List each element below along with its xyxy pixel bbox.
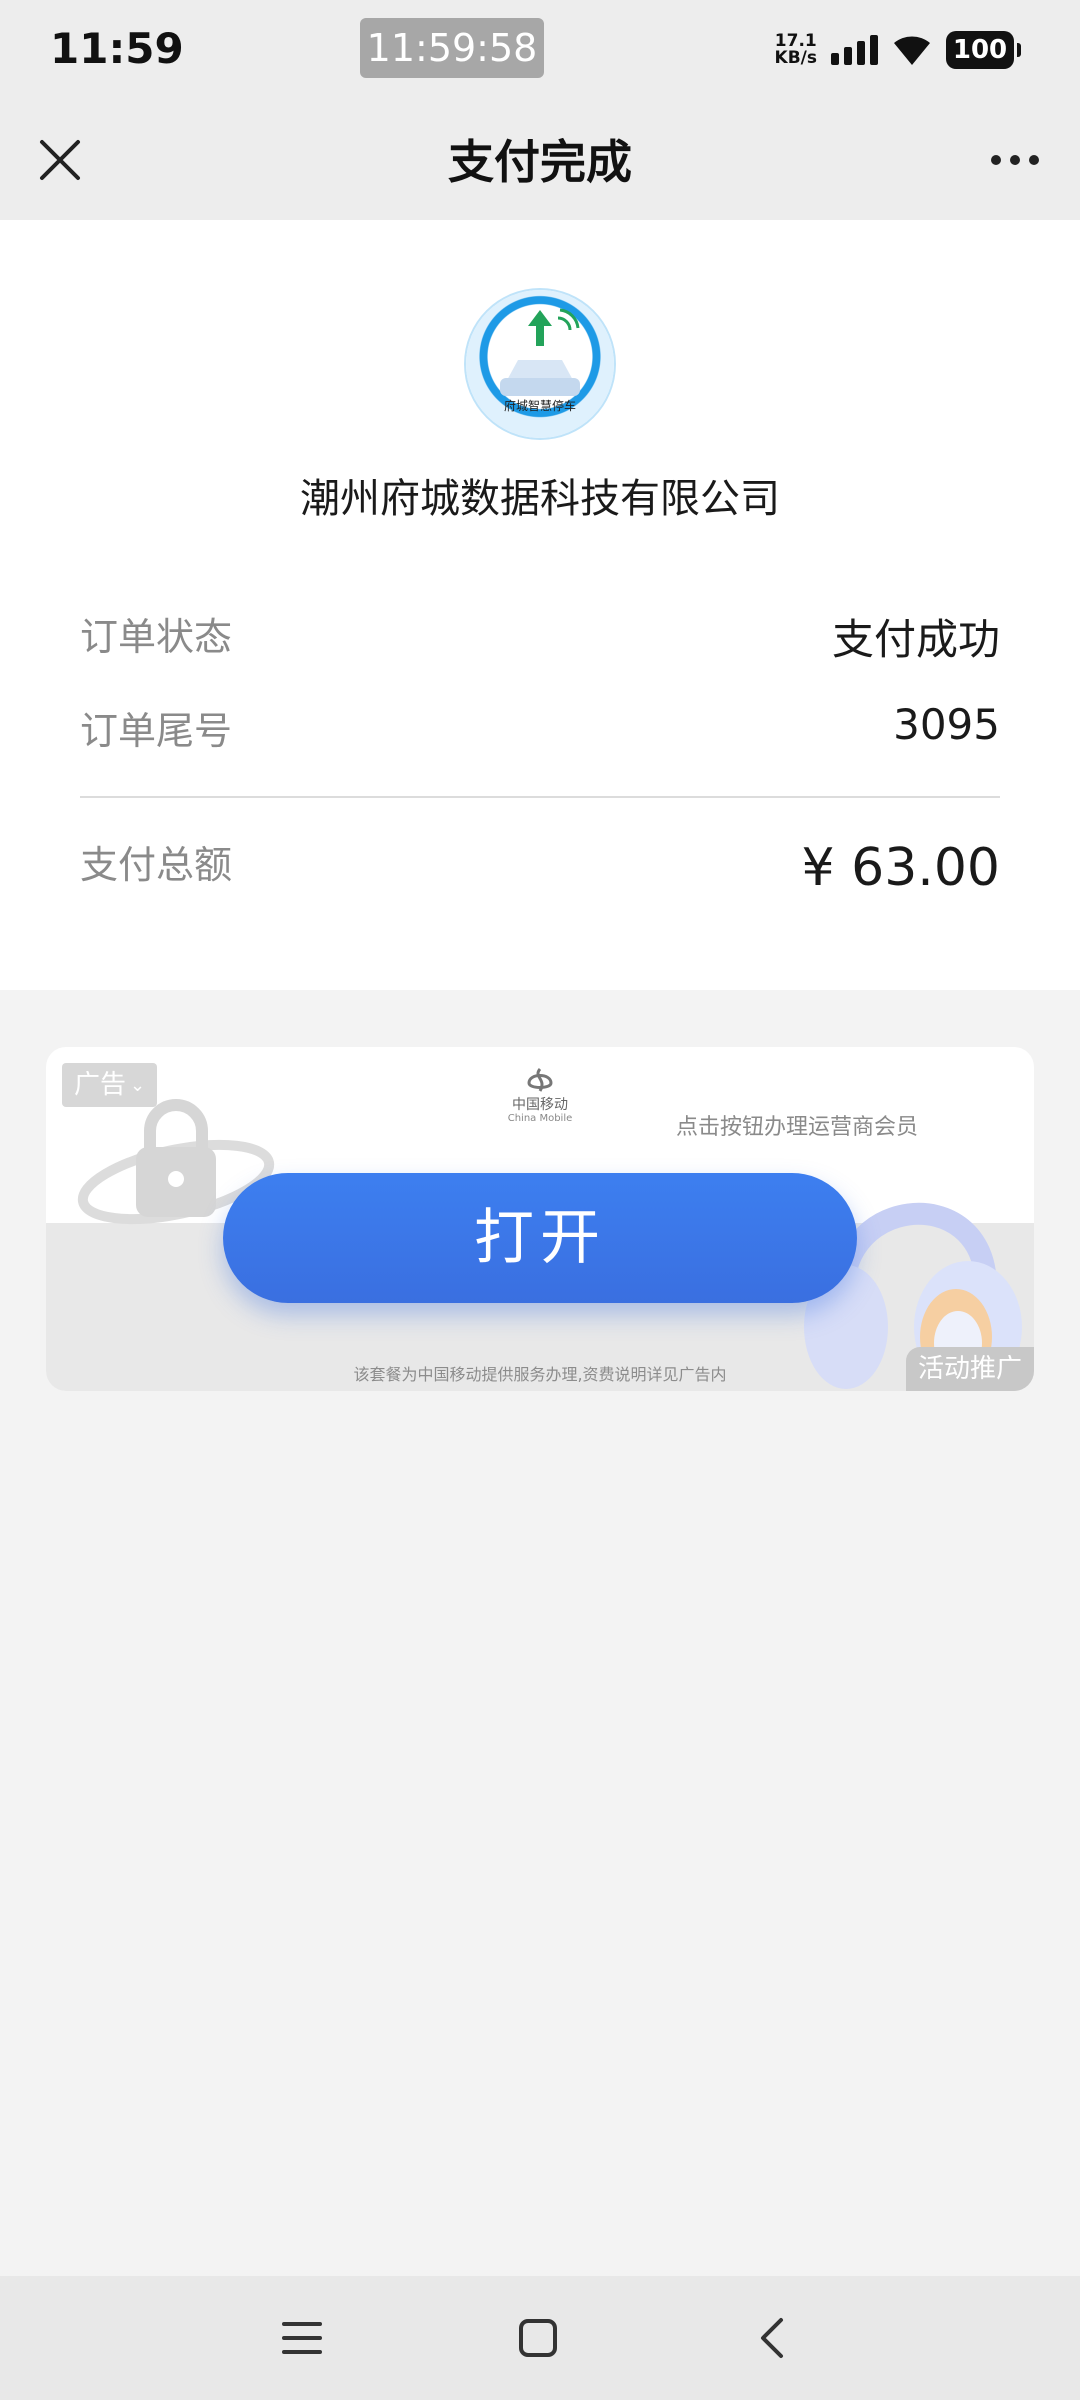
back-icon[interactable] [742, 2308, 802, 2368]
page-title: 支付完成 [448, 135, 632, 189]
system-nav-bar [0, 2276, 1080, 2400]
ad-disclaimer: 该套餐为中国移动提供服务办理,资费说明详见广告内 [353, 1365, 727, 1384]
nav-bar: 支付完成 [0, 100, 1080, 220]
order-status-label: 订单状态 [80, 615, 233, 659]
wifi-icon [894, 36, 930, 65]
total-amount-row: 支付总额 ¥ 63.00 [80, 834, 1000, 898]
divider [80, 796, 1000, 798]
merchant-logo: 府城智慧停车 [466, 290, 614, 438]
status-center-clock: 11:59:58 [360, 18, 544, 78]
more-icon[interactable] [980, 130, 1050, 190]
ad-activity-badge: 活动推广 [905, 1347, 1034, 1391]
signal-icon [831, 35, 878, 65]
status-icons: 17.1 KB/s 100 [775, 28, 1021, 72]
order-tail-value: 3095 [893, 700, 1000, 749]
order-tail-row: 订单尾号 3095 [80, 700, 1000, 760]
home-icon[interactable] [508, 2308, 568, 2368]
battery-icon: 100 [946, 31, 1021, 69]
china-mobile-logo: 中国移动 China Mobile [500, 1067, 580, 1125]
ad-tag-label: 广告 [74, 1070, 127, 1100]
chevron-down-icon: ⌄ [130, 1074, 146, 1096]
payment-result-card: 府城智慧停车 潮州府城数据科技有限公司 订单状态 支付成功 订单尾号 3095 … [0, 220, 1080, 990]
total-amount-value: ¥ 63.00 [801, 838, 1000, 898]
network-speed: 17.1 KB/s [775, 33, 817, 67]
china-mobile-icon [527, 1068, 553, 1092]
menu-icon[interactable] [272, 2308, 332, 2368]
china-mobile-name-en: China Mobile [507, 1113, 573, 1124]
china-mobile-name: 中国移动 [512, 1097, 568, 1113]
status-time: 11:59 [50, 24, 184, 73]
ad-banner[interactable]: 广告 ⌄ 中国移动 China Mobile 点击按钮办理运营商会员 打开 该套餐… [46, 1047, 1034, 1391]
merchant-name: 潮州府城数据科技有限公司 [300, 476, 780, 522]
ad-tag[interactable]: 广告 ⌄ [62, 1063, 158, 1107]
merchant-logo-text: 府城智慧停车 [504, 398, 576, 413]
network-speed-unit: KB/s [774, 48, 817, 68]
status-bar: 11:59 11:59:58 17.1 KB/s 100 [0, 0, 1080, 100]
order-status-value: 支付成功 [831, 615, 1000, 664]
total-amount-label: 支付总额 [80, 843, 233, 887]
order-status-row: 订单状态 支付成功 [80, 606, 1000, 666]
ad-open-button[interactable]: 打开 [223, 1173, 857, 1303]
order-tail-label: 订单尾号 [80, 709, 233, 753]
